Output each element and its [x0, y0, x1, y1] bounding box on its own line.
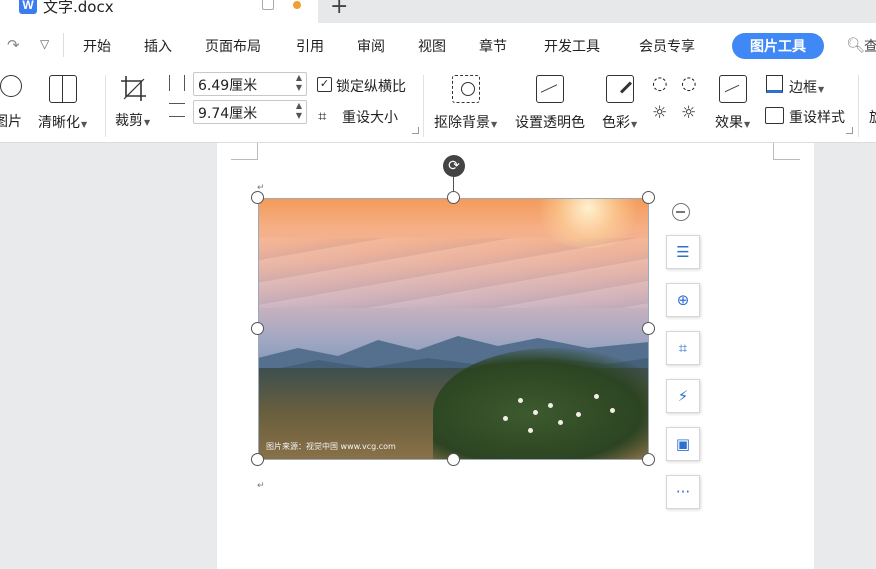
set-transparent-button[interactable]: 设置透明色 — [515, 75, 585, 132]
quick-access-dropdown-icon[interactable]: ▽ — [40, 37, 49, 51]
page-corner-mark — [773, 143, 800, 160]
color-label: 色彩▼ — [602, 115, 638, 131]
height-value: 6.49厘米 — [198, 78, 258, 94]
tab-insert[interactable]: 插入 — [144, 36, 172, 56]
wps-writer-icon: W — [19, 0, 37, 14]
redo-icon[interactable]: ↷ — [7, 36, 20, 54]
effects-text: 效果 — [715, 115, 743, 131]
border-button[interactable]: 边框▼ — [789, 77, 824, 97]
change-picture-button[interactable]: 图片 — [0, 75, 22, 131]
wrap-text-icon[interactable]: ☰ — [666, 235, 700, 269]
reset-style-icon — [765, 107, 784, 124]
width-input[interactable]: 9.74厘米 ▲ ▼ — [193, 100, 307, 124]
resize-handle-n[interactable] — [447, 191, 460, 204]
lock-ratio-label: 锁定纵横比 — [336, 79, 406, 95]
ribbon-tabs: ↷ ▽ 开始 插入 页面布局 引用 审阅 视图 章节 开发工具 会员专享 图片工… — [0, 23, 876, 69]
collapse-toolbar-button[interactable] — [672, 203, 690, 221]
set-transparent-label: 设置透明色 — [515, 115, 585, 131]
sharpen-label: 清晰化▼ — [38, 115, 88, 131]
tab-page-layout[interactable]: 页面布局 — [205, 36, 261, 56]
resize-handle-ne[interactable] — [642, 191, 655, 204]
effects-icon — [718, 75, 747, 103]
paragraph-mark-icon: ↵ — [257, 481, 265, 491]
resize-handle-nw[interactable] — [251, 191, 264, 204]
transparent-color-icon — [536, 75, 564, 103]
picture-icon — [0, 75, 22, 97]
search-icon[interactable]: 🔍︎ — [846, 36, 865, 54]
search-label[interactable]: 查 — [864, 36, 876, 56]
dialog-launcher-icon[interactable] — [412, 127, 419, 134]
resize-handle-se[interactable] — [642, 453, 655, 466]
border-text: 边框 — [789, 80, 817, 96]
document-title: 文字.docx — [43, 0, 114, 16]
picture-toolbar: 图片 清晰化▼ 裁剪▼ 6.49厘米 ▲ ▼ 9.74厘米 ▲ ▼ ✓ 锁定纵横比 … — [0, 69, 876, 143]
tab-developer[interactable]: 开发工具 — [544, 36, 600, 56]
new-tab-button[interactable]: + — [330, 0, 348, 19]
crop-label: 裁剪▼ — [115, 113, 151, 129]
brightness-up-icon[interactable]: ◌ — [652, 73, 668, 94]
contrast-up-icon[interactable]: ◌ — [681, 73, 697, 94]
contrast-down-icon[interactable]: ☼ — [681, 103, 696, 123]
crop-icon — [120, 75, 146, 101]
lock-ratio-checkbox[interactable]: ✓ — [317, 77, 332, 92]
tab-review[interactable]: 审阅 — [357, 36, 385, 56]
color-button[interactable]: 色彩▼ — [602, 75, 637, 132]
document-tab[interactable]: W 文字.docx — [0, 0, 318, 23]
remove-background-button[interactable]: 抠除背景▼ — [434, 75, 497, 132]
change-picture-label: 图片 — [0, 114, 22, 130]
magic-wand-icon — [451, 75, 480, 103]
tab-view[interactable]: 视图 — [418, 36, 446, 56]
spin-arrows-icon[interactable]: ▲ ▼ — [296, 101, 302, 121]
sharpen-icon — [48, 75, 77, 103]
height-input[interactable]: 6.49厘米 ▲ ▼ — [193, 72, 307, 96]
color-text: 色彩 — [602, 115, 630, 131]
divider — [858, 75, 859, 137]
remove-background-label: 抠除背景▼ — [434, 115, 498, 131]
zoom-in-icon[interactable]: ⊕ — [666, 283, 700, 317]
page-corner-mark — [231, 143, 258, 160]
tab-picture-tools[interactable]: 图片工具 — [732, 33, 824, 59]
rotate-partial-label[interactable]: 旋 — [869, 107, 876, 127]
crop-text: 裁剪 — [115, 113, 143, 129]
resize-handle-sw[interactable] — [251, 453, 264, 466]
image-to-doc-icon[interactable]: ▣ — [666, 427, 700, 461]
sharpen-text: 清晰化 — [38, 115, 80, 131]
selection-frame — [258, 198, 649, 460]
rotate-handle-icon[interactable]: ⟳ — [443, 155, 465, 177]
resize-handle-s[interactable] — [447, 453, 460, 466]
reset-size-icon: ⌗ — [318, 107, 327, 125]
more-icon[interactable]: ··· — [666, 475, 700, 509]
crop-button[interactable]: 裁剪▼ — [115, 75, 150, 130]
width-value: 9.74厘米 — [198, 106, 258, 122]
height-icon — [169, 75, 185, 91]
divider — [63, 33, 64, 57]
tab-chapter[interactable]: 章节 — [479, 36, 507, 56]
spin-arrows-icon[interactable]: ▲ ▼ — [296, 73, 302, 93]
smart-icon[interactable]: ⚡ — [666, 379, 700, 413]
unsaved-indicator-icon — [293, 1, 301, 9]
tab-home[interactable]: 开始 — [83, 36, 111, 56]
resize-handle-e[interactable] — [642, 322, 655, 335]
resize-handle-w[interactable] — [251, 322, 264, 335]
remove-background-text: 抠除背景 — [434, 115, 490, 131]
document-area: ↵ 图片来源：视觉中国 www.vcg.com ⟳ ↵ ☰ ⊕ ⌗ ⚡ ▣ ··… — [0, 143, 876, 569]
brightness-down-icon[interactable]: ☼ — [652, 103, 667, 123]
tab-member[interactable]: 会员专享 — [639, 36, 695, 56]
reset-size-button[interactable]: 重设大小 — [342, 107, 398, 127]
title-tab-bar: W 文字.docx + — [0, 0, 876, 23]
divider — [423, 75, 424, 137]
width-icon — [169, 103, 185, 117]
document-page[interactable]: ↵ 图片来源：视觉中国 www.vcg.com ⟳ ↵ ☰ ⊕ ⌗ ⚡ ▣ ··… — [217, 143, 814, 569]
crop-icon[interactable]: ⌗ — [666, 331, 700, 365]
tab-references[interactable]: 引用 — [296, 36, 324, 56]
divider — [105, 75, 106, 137]
color-icon — [605, 75, 634, 103]
reset-style-button[interactable]: 重设样式 — [789, 107, 845, 127]
effects-label: 效果▼ — [715, 115, 751, 131]
pin-icon[interactable] — [262, 0, 274, 10]
border-icon — [766, 75, 783, 93]
effects-button[interactable]: 效果▼ — [715, 75, 750, 132]
dialog-launcher-icon[interactable] — [846, 127, 853, 134]
sharpen-button[interactable]: 清晰化▼ — [38, 75, 87, 132]
